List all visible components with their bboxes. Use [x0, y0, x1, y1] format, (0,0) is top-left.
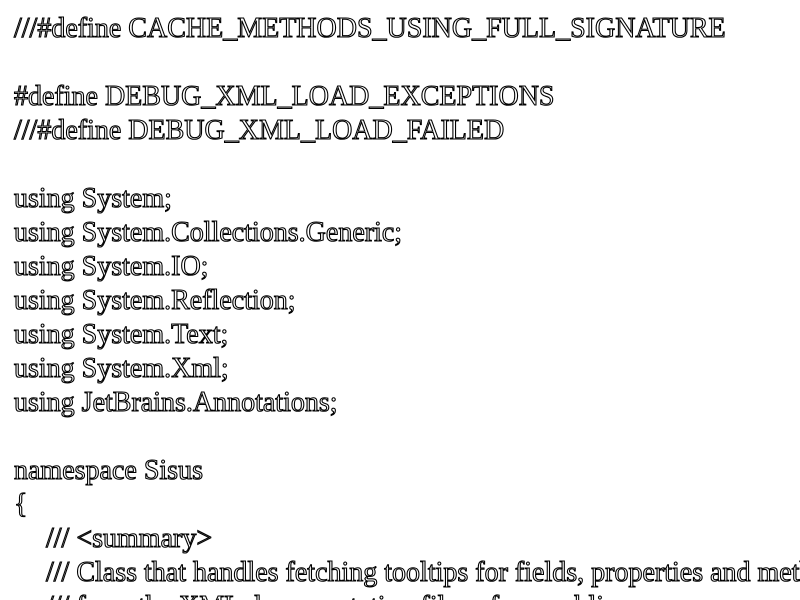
- code-line-using-reflection: using System.Reflection;: [13, 284, 296, 316]
- code-line-summary-text-2: /// from the XML documentation files of …: [45, 590, 635, 600]
- code-line-using-io: using System.IO;: [13, 250, 209, 282]
- code-line-using-xml: using System.Xml;: [13, 352, 229, 384]
- code-line-using-collections: using System.Collections.Generic;: [13, 216, 403, 248]
- code-line-using-system: using System;: [13, 182, 172, 214]
- code-line-define-cache: ///#define CACHE_METHODS_USING_FULL_SIGN…: [13, 12, 726, 44]
- code-line-namespace: namespace Sisus: [13, 454, 203, 486]
- code-line-open-brace: {: [13, 488, 28, 520]
- code-line-using-annotations: using JetBrains.Annotations;: [13, 386, 338, 418]
- code-line-summary-open: /// <summary>: [45, 522, 213, 554]
- code-line-define-debug-failed: ///#define DEBUG_XML_LOAD_FAILED: [13, 114, 505, 146]
- code-line-summary-text-1: /// Class that handles fetching tooltips…: [45, 556, 800, 588]
- code-line-define-debug-exceptions: #define DEBUG_XML_LOAD_EXCEPTIONS: [13, 80, 555, 112]
- code-line-using-text: using System.Text;: [13, 318, 229, 350]
- code-viewer: ///#define CACHE_METHODS_USING_FULL_SIGN…: [0, 0, 800, 600]
